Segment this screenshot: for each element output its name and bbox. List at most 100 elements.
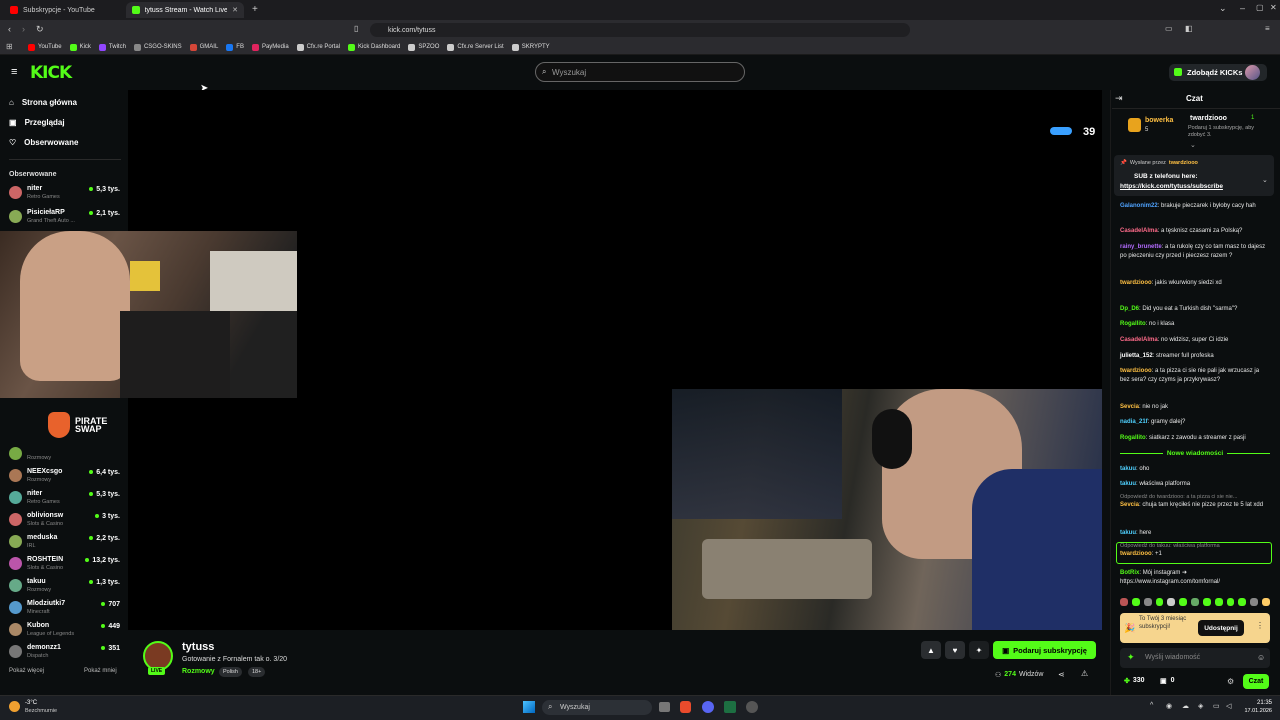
emote-icon[interactable] [1214, 598, 1223, 606]
emote-icon[interactable] [1191, 598, 1199, 606]
hamburger-icon[interactable]: ≡ [11, 66, 17, 78]
pinned-link[interactable]: https://kick.com/tytuss/subscribe [1120, 183, 1223, 190]
apps-icon[interactable]: ⊞ [6, 42, 13, 51]
emote-icon[interactable] [1250, 598, 1259, 606]
pirate-swap-ad[interactable]: PIRATE SWAP [48, 412, 128, 440]
taskbar-search[interactable]: ⌕ Wyszukaj [542, 700, 652, 715]
excel-icon[interactable] [724, 701, 736, 713]
bookmark-item[interactable]: SKRYPTY [511, 43, 550, 51]
bookmark-item[interactable]: SPZOO [408, 43, 439, 51]
share-icon[interactable]: ⋖ [1058, 670, 1065, 679]
user-avatar[interactable] [1245, 65, 1260, 80]
settings-gear-icon[interactable]: ⚙ [1227, 677, 1234, 686]
chat-username[interactable]: Sevcia [1120, 502, 1139, 508]
bookmark-item[interactable]: Kick Dashboard [348, 43, 400, 51]
sidebar-channel[interactable]: NEEXcsgo Rozmowy 6,4 tys. [8, 467, 128, 489]
emote-icon[interactable] [1179, 598, 1188, 606]
windows-start-icon[interactable] [523, 701, 535, 713]
tray-app2-icon[interactable]: ◈ [1198, 702, 1203, 710]
menu-icon[interactable]: ≡ [1265, 24, 1270, 33]
clock-time[interactable]: 21:35 [1254, 700, 1272, 706]
chat-username[interactable]: takuu [1120, 481, 1136, 487]
emoji-icon[interactable]: ☺ [1257, 653, 1265, 662]
sidebar-channel[interactable]: oblivionsw Slots & Casino 3 tys. [8, 511, 128, 533]
extensions-icon[interactable]: ◧ [1185, 24, 1193, 33]
bookmark-item[interactable]: FB [226, 43, 244, 51]
reload-icon[interactable]: ↻ [36, 24, 44, 35]
chat-username[interactable]: rainy_brunette [1120, 244, 1162, 250]
emote-icon[interactable] [1143, 598, 1152, 606]
chat-message[interactable]: Rogallito: siatkarz z zawodu a streamer … [1120, 434, 1270, 443]
emote-icon[interactable] [1120, 598, 1128, 606]
emote-icon[interactable] [1262, 598, 1270, 606]
chat-message[interactable]: julietta_152: streamer full profeska [1120, 352, 1270, 361]
bookmark-item[interactable]: CSGO-SKINS [133, 43, 182, 51]
chat-username[interactable]: Rogallito [1120, 321, 1146, 327]
bookmark-item[interactable]: GMAIL [189, 43, 218, 51]
show-less-button[interactable]: Pokaż mniej [84, 668, 117, 674]
tab-kick[interactable]: tytuss Stream - Watch Live on Ki ✕ [126, 2, 244, 18]
close-window-button[interactable]: ✕ [1270, 3, 1277, 12]
chat-username[interactable]: Sevcia [1120, 404, 1139, 410]
sidebar-channel[interactable]: Kubon League of Legends 449 [8, 621, 128, 643]
leader-left-name[interactable]: bowerka [1145, 117, 1173, 124]
chat-username[interactable]: CasadelAlma [1120, 228, 1158, 234]
emote-icon[interactable] [1202, 598, 1211, 606]
tray-cloud-icon[interactable]: ☁ [1182, 702, 1189, 710]
back-icon[interactable]: ‹ [8, 24, 11, 34]
show-more-button[interactable]: Pokaż więcej [9, 668, 44, 674]
chat-username[interactable]: Rogallito [1120, 435, 1146, 441]
sidebar-channel[interactable]: ROSHTEIN Slots & Casino 13,2 tys. [8, 555, 128, 577]
kicks-gift-button[interactable]: ✦ [969, 641, 989, 659]
chat-message[interactable]: Galanonim22: brakuje pieczarek i byłoby … [1120, 202, 1270, 211]
search-input[interactable]: ⌕ Wyszukaj [535, 62, 745, 82]
tray-chevron-icon[interactable]: ^ [1150, 702, 1153, 709]
chat-message[interactable]: BotRix: Mój instagram ➜ https://www.inst… [1120, 569, 1270, 587]
chat-message[interactable]: Rogallito: no i klasa [1120, 320, 1270, 329]
sidebar-channel[interactable]: demonzz1 Dispatch 351 [8, 643, 128, 665]
sidebar-channel[interactable]: niter Retro Games 5,3 tys. [8, 489, 128, 511]
chat-message[interactable]: Dp_D6: Did you eat a Turkish dish "sarma… [1120, 305, 1270, 314]
task-view-icon[interactable] [659, 702, 670, 712]
chat-message[interactable]: CasadelAlma: a tęsknisz czasami za Polsk… [1120, 227, 1270, 236]
emote-icon[interactable] [1167, 598, 1176, 606]
report-icon[interactable]: ⚠ [1081, 669, 1088, 678]
address-bar[interactable]: kick.com/tytuss [370, 23, 910, 37]
bookmark-item[interactable]: Cfx.re Server List [447, 43, 504, 51]
chat-username[interactable]: twardziooo [1120, 368, 1152, 374]
emote-icon[interactable] [1238, 598, 1247, 606]
notification-button[interactable]: ▲ [921, 641, 941, 659]
chat-message[interactable]: twardziooo: jakis wkurwiony siedzi xd [1120, 279, 1270, 288]
tag-age[interactable]: 18+ [248, 667, 266, 677]
share-promo-button[interactable]: Udostępnij [1198, 620, 1244, 636]
chat-message[interactable]: Odpowiedź do twardziooo: a ta pizza ci s… [1120, 494, 1270, 510]
tray-app-icon[interactable]: ◉ [1166, 702, 1172, 710]
sidebar-channel[interactable]: niter Retro Games 5,3 tys. [8, 184, 128, 206]
close-icon[interactable]: ✕ [232, 6, 238, 14]
emote-icon[interactable] [1226, 598, 1235, 606]
sidebar-channel[interactable]: Mlodziutki7 Minecraft 707 [8, 599, 128, 621]
minimize-button[interactable]: – [1240, 3, 1245, 13]
new-tab-button[interactable]: + [252, 4, 258, 15]
chat-username[interactable]: twardziooo [1120, 280, 1152, 286]
chat-message[interactable]: nadia_21f: gramy dalej? [1120, 418, 1270, 427]
forward-icon[interactable]: › [22, 24, 25, 34]
collapse-chat-icon[interactable]: ⇥ [1115, 93, 1123, 104]
bookmark-item[interactable]: Twitch [98, 43, 126, 51]
bookmark-item[interactable]: Kick [69, 43, 91, 51]
tab-youtube[interactable]: Subskrypcje - YouTube [4, 2, 122, 18]
bookmark-item[interactable]: YouTube [28, 43, 62, 51]
sidebar-toggle-icon[interactable]: ▭ [1165, 24, 1173, 33]
emote-icon[interactable] [1131, 598, 1140, 606]
emote-icon[interactable] [1155, 598, 1164, 606]
bookmark-item[interactable]: Cfx.re Portal [296, 43, 340, 51]
kick-logo[interactable]: KICK [30, 63, 72, 83]
leader-right-name[interactable]: twardziooo [1190, 115, 1227, 122]
stream-category[interactable]: Rozmowy [182, 668, 215, 675]
maximize-button[interactable]: ▢ [1256, 3, 1264, 12]
chat-username[interactable]: julietta_152 [1120, 353, 1153, 359]
nav-home[interactable]: ⌂ Strona główna [9, 98, 77, 107]
volume-icon[interactable]: ◁ [1226, 702, 1231, 710]
clock-date[interactable]: 17.01.2026 [1238, 708, 1272, 714]
chat-message[interactable]: CasadelAlma: no widzisz, super Ci idzie [1120, 336, 1270, 345]
